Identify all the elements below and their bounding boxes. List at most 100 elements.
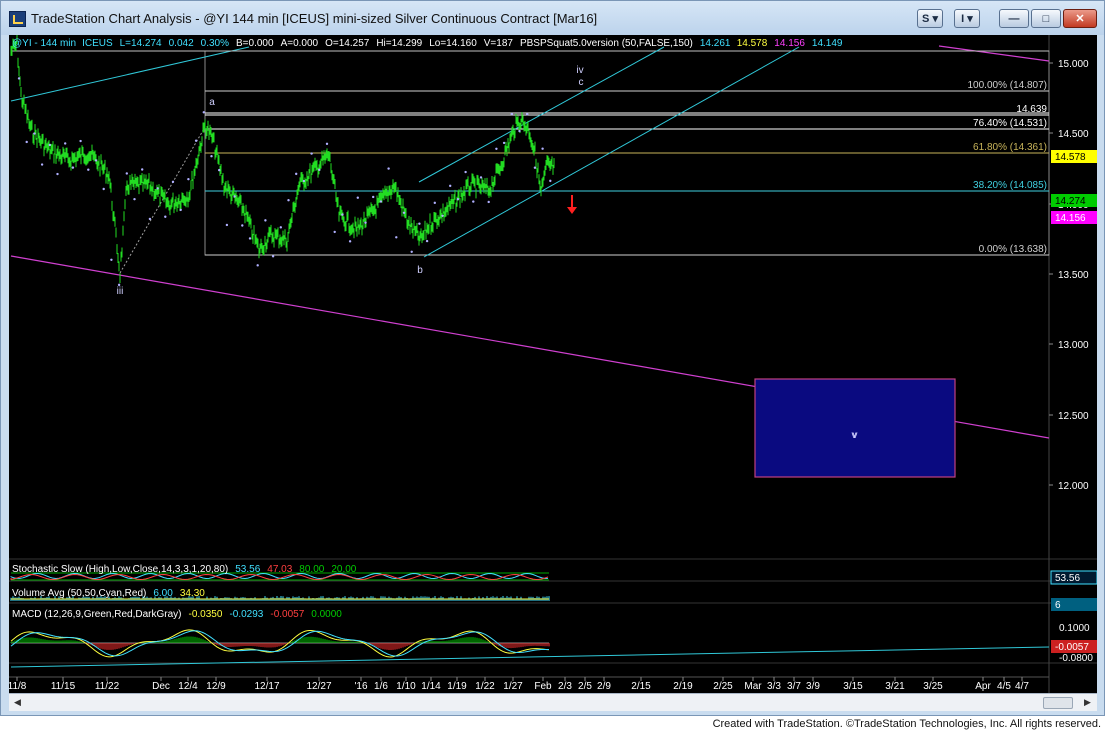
- title-bar[interactable]: TradeStation Chart Analysis - @YI 144 mi…: [1, 1, 1104, 35]
- date-tick-label: 12/4: [178, 681, 198, 692]
- volume-label: Volume Avg (50,50,Cyan,Red) 6.00 34.30: [12, 588, 205, 599]
- minimize-button[interactable]: —: [999, 9, 1029, 28]
- svg-text:6: 6: [1055, 600, 1061, 611]
- magenta-upper-line[interactable]: [938, 45, 1050, 62]
- price-series[interactable]: [10, 34, 555, 287]
- date-tick-label: 12/27: [306, 681, 331, 692]
- svg-text:14.274: 14.274: [1055, 196, 1086, 207]
- wave-label: c: [579, 77, 584, 88]
- date-tick-label: 2/9: [597, 681, 611, 692]
- date-tick-label: 3/3: [767, 681, 781, 692]
- date-tick-label: 3/15: [843, 681, 863, 692]
- maximize-button[interactable]: □: [1031, 9, 1061, 28]
- date-tick-label: Dec: [152, 681, 170, 692]
- price-tick-label: 12.000: [1058, 481, 1089, 492]
- date-tick-label: 2/25: [713, 681, 733, 692]
- date-tick-label: Apr: [975, 681, 991, 692]
- scroll-thumb[interactable]: [1043, 697, 1073, 709]
- i-dropdown-button[interactable]: I ▾: [954, 9, 980, 28]
- chart-area[interactable]: 100.00% (14.807) 14.639 76.40% (14.531) 61.…: [8, 34, 1098, 693]
- channel-lower-line[interactable]: [423, 46, 800, 258]
- date-tick-label: 3/25: [923, 681, 943, 692]
- copyright-text: Created with TradeStation. ©TradeStation…: [712, 718, 1101, 730]
- price-tick-label: 13.500: [1058, 270, 1089, 281]
- date-tick-label: 2/15: [631, 681, 651, 692]
- footer: Created with TradeStation. ©TradeStation…: [0, 716, 1105, 732]
- tradestation-app-icon: [9, 11, 26, 27]
- down-arrow-icon: [567, 195, 577, 214]
- date-tick-label: 4/5: [997, 681, 1011, 692]
- date-tick-label: 1/10: [396, 681, 416, 692]
- date-tick-label: '16: [354, 681, 367, 692]
- price-chart[interactable]: 100.00% (14.807)14.63976.40% (14.531)61.…: [8, 34, 1098, 693]
- fib-level-label: 61.80% (14.361): [973, 142, 1047, 153]
- macd-trendline[interactable]: [10, 646, 1050, 668]
- date-tick-label: 4/7: [1015, 681, 1029, 692]
- fib-level-label: 76.40% (14.531): [973, 118, 1047, 129]
- svg-text:-0.0057: -0.0057: [1055, 642, 1089, 653]
- price-tick-label: 14.500: [1058, 129, 1089, 140]
- chevron-down-icon: ▾: [967, 13, 973, 25]
- price-tick-label: 15.000: [1058, 59, 1089, 70]
- date-tick-label: 1/19: [447, 681, 467, 692]
- scroll-right-icon[interactable]: ▶: [1081, 696, 1094, 708]
- minimize-icon: —: [1008, 13, 1020, 25]
- wave-label: iii: [117, 286, 124, 297]
- close-icon: ✕: [1075, 13, 1085, 25]
- price-tick-label: 13.000: [1058, 340, 1089, 351]
- date-tick-label: 11/8: [9, 681, 27, 692]
- price-tick-label: 12.500: [1058, 411, 1089, 422]
- svg-text:14.578: 14.578: [1055, 152, 1086, 163]
- date-tick-label: 1/14: [421, 681, 441, 692]
- wave-connector: [119, 126, 206, 274]
- scroll-left-icon[interactable]: ◀: [11, 696, 24, 708]
- wave-label: a: [209, 97, 215, 108]
- chevron-down-icon: ▾: [932, 13, 938, 25]
- price-tag: 14.274: [1051, 194, 1097, 207]
- date-tick-label: 11/22: [95, 681, 120, 692]
- stochastic-value-tag: 53.56: [1050, 570, 1098, 585]
- price-tag: 14.578: [1051, 150, 1097, 163]
- date-axis[interactable]: 11/8 11/15 11/22 Dec 12/4 12/9 12/17 12/27 '16 1/…: [8, 677, 1029, 692]
- target-zone-label: v: [853, 430, 858, 441]
- close-button[interactable]: ✕: [1063, 9, 1097, 28]
- price-tag: 14.156: [1051, 211, 1097, 224]
- maximize-icon: □: [1042, 13, 1050, 25]
- fib-level-label: 100.00% (14.807): [967, 80, 1047, 91]
- date-tick-label: Feb: [534, 681, 552, 692]
- stochastic-label: Stochastic Slow (High,Low,Close,14,3,3,1…: [12, 564, 357, 575]
- date-tick-label: 1/27: [503, 681, 523, 692]
- volume-value-tag: 6: [1051, 598, 1097, 611]
- macd-axis-bottom: -0.0800: [1059, 653, 1093, 664]
- macd-axis-top: 0.1000: [1059, 623, 1090, 634]
- date-tick-label: Mar: [744, 681, 762, 692]
- date-tick-label: 2/5: [578, 681, 592, 692]
- date-tick-label: 12/9: [206, 681, 226, 692]
- date-tick-label: 3/7: [787, 681, 801, 692]
- fib-level-label: 38.20% (14.085): [973, 180, 1047, 191]
- svg-text:14.156: 14.156: [1055, 213, 1086, 224]
- date-tick-label: 3/9: [806, 681, 820, 692]
- macd-value-tag: -0.0057: [1051, 640, 1097, 653]
- window-title: TradeStation Chart Analysis - @YI 144 mi…: [31, 11, 598, 26]
- symbol-status-line: @YI - 144 min ICEUS L=14.274 0.042 0.30% B=0.…: [12, 38, 843, 49]
- horizontal-scrollbar[interactable]: ◀ ▶: [9, 693, 1097, 711]
- svg-text:53.56: 53.56: [1055, 573, 1080, 584]
- date-tick-label: 12/17: [254, 681, 279, 692]
- macd-series[interactable]: [10, 629, 550, 658]
- fib-level-label: 0.00% (13.638): [979, 244, 1047, 255]
- date-tick-label: 2/19: [673, 681, 693, 692]
- upper-trendline[interactable]: [10, 46, 250, 102]
- target-zone-box[interactable]: [754, 378, 956, 478]
- date-tick-label: 11/15: [51, 681, 76, 692]
- wave-label: iv: [576, 65, 583, 76]
- price-axis[interactable]: 15.00014.50014.00013.50013.00012.50012.0…: [1049, 59, 1089, 492]
- chart-window: TradeStation Chart Analysis - @YI 144 mi…: [0, 0, 1105, 716]
- macd-label: MACD (12,26,9,Green,Red,DarkGray) -0.0350…: [12, 609, 342, 620]
- s-dropdown-button[interactable]: S ▾: [917, 9, 943, 28]
- date-tick-label: 1/22: [475, 681, 495, 692]
- date-tick-label: 2/3: [558, 681, 572, 692]
- wave-label: b: [417, 265, 423, 276]
- date-tick-label: 1/6: [374, 681, 388, 692]
- date-tick-label: 3/21: [885, 681, 905, 692]
